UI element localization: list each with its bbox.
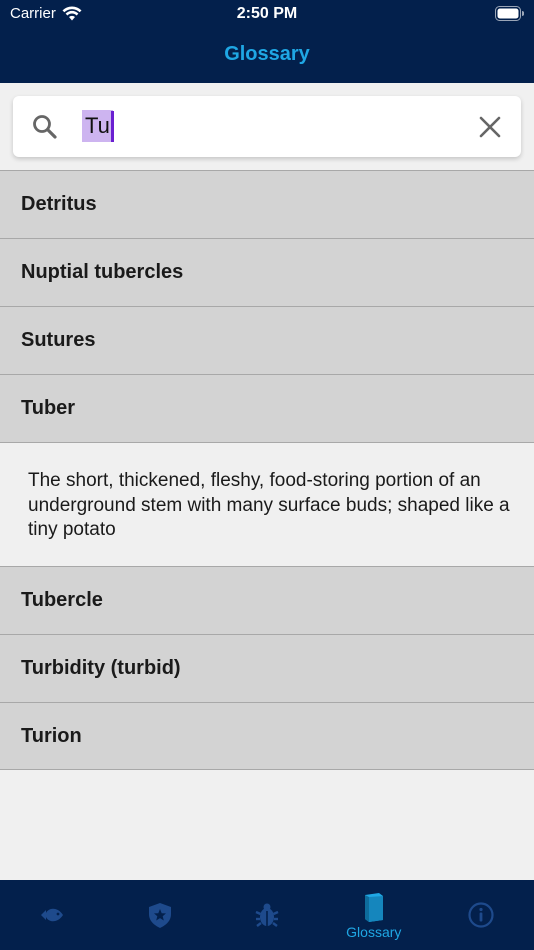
- book-icon: [364, 893, 383, 922]
- fish-icon: [41, 908, 64, 922]
- status-bar: Carrier 2:50 PM: [0, 0, 534, 28]
- info-icon: [467, 902, 494, 928]
- clear-search-icon[interactable]: [477, 114, 503, 140]
- tab-info[interactable]: [427, 880, 534, 950]
- term-label: Detritus: [21, 193, 97, 215]
- tab-bar: Glossary: [0, 880, 534, 950]
- glossary-list: Detritus Nuptial tubercles Sutures Tuber…: [0, 170, 534, 770]
- text-caret: [111, 111, 114, 142]
- search-bar: Tu: [13, 96, 521, 157]
- glossary-term-row[interactable]: Tubercle: [0, 566, 534, 634]
- page-title: Glossary: [224, 43, 310, 65]
- term-label: Tuber: [21, 397, 76, 419]
- glossary-term-row[interactable]: Detritus: [0, 170, 534, 238]
- tab-favorites[interactable]: [107, 880, 214, 950]
- term-label: Turion: [21, 724, 82, 747]
- glossary-term-row[interactable]: Sutures: [0, 306, 534, 374]
- glossary-term-row[interactable]: Nuptial tubercles: [0, 238, 534, 306]
- term-label: Nuptial tubercles: [21, 261, 184, 283]
- navigation-bar: Glossary: [0, 28, 534, 83]
- battery-icon: [495, 6, 524, 21]
- shield-star-icon: [149, 903, 172, 928]
- term-label: Turbidity (turbid): [21, 657, 181, 679]
- tab-glossary[interactable]: Glossary: [320, 880, 427, 950]
- term-label: Sutures: [21, 329, 96, 351]
- search-icon: [33, 115, 57, 139]
- glossary-term-row[interactable]: Turion: [0, 702, 534, 770]
- search-input[interactable]: Tu: [82, 110, 113, 142]
- term-label: Tubercle: [21, 589, 103, 611]
- bug-icon: [255, 903, 279, 927]
- tab-bugs[interactable]: [214, 880, 321, 950]
- glossary-term-row[interactable]: Turbidity (turbid): [0, 634, 534, 702]
- glossary-term-row-expanded[interactable]: Tuber: [0, 374, 534, 442]
- term-definition: The short, thickened, fleshy, food-stori…: [0, 442, 534, 566]
- status-time: 2:50 PM: [236, 5, 298, 22]
- tab-glossary-label: Glossary: [346, 924, 402, 940]
- tab-fish[interactable]: [0, 880, 107, 950]
